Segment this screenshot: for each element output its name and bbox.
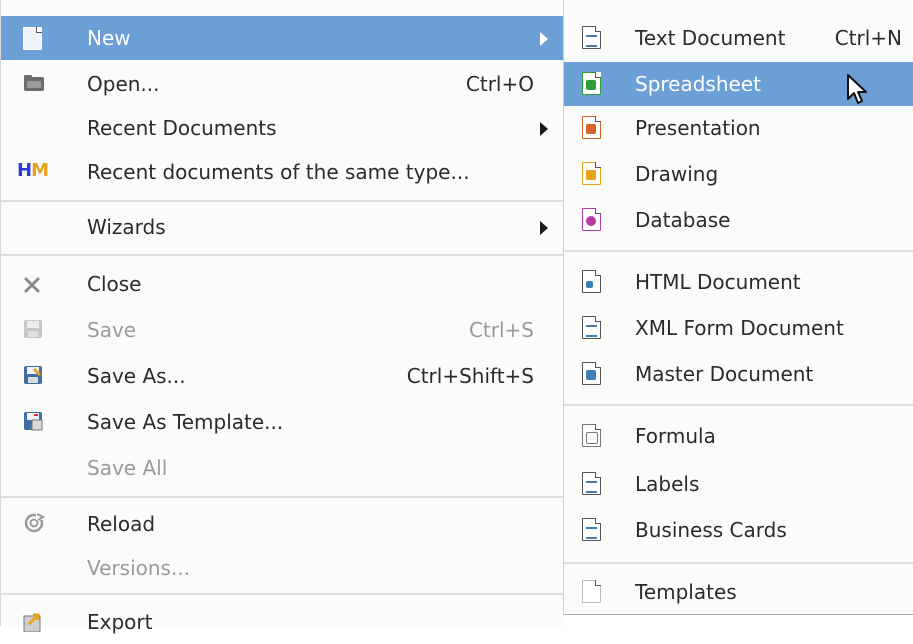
master-document-icon — [582, 362, 602, 385]
menu-item-save-as-template[interactable]: Save As Template... — [1, 400, 564, 444]
menu-item-wizards[interactable]: Wizards — [1, 205, 564, 249]
menu-item-new[interactable]: New — [1, 16, 564, 60]
menu-separator — [564, 404, 913, 406]
submenu-item-text-document[interactable]: Text Document Ctrl+N — [564, 16, 913, 60]
file-menu: New Open... Ctrl+O Recent Documents HM R… — [0, 0, 564, 634]
menu-item-label: Reload — [87, 512, 156, 536]
submenu-item-presentation[interactable]: Presentation — [564, 106, 913, 150]
menu-item-save-as[interactable]: Save As... Ctrl+Shift+S — [1, 354, 564, 398]
submenu-item-label: Formula — [635, 424, 716, 448]
menu-item-versions[interactable]: Versions... — [1, 546, 564, 590]
menu-item-label: Recent Documents — [87, 116, 277, 140]
xml-form-document-icon — [582, 316, 602, 339]
menu-item-label: Wizards — [87, 215, 166, 239]
menu-item-label: Open... — [87, 72, 160, 96]
save-template-icon — [23, 411, 43, 433]
menu-item-recent-documents[interactable]: Recent Documents — [1, 106, 564, 150]
submenu-item-label: Templates — [635, 580, 737, 604]
submenu-item-label: Database — [635, 208, 731, 232]
menu-item-label: Export — [87, 610, 153, 634]
menu-separator — [564, 562, 913, 564]
menu-item-recent-same-type[interactable]: HM Recent documents of the same type... — [1, 150, 564, 194]
submenu-arrow-icon — [540, 122, 548, 136]
submenu-item-label: Business Cards — [635, 518, 787, 542]
shortcut-label: Ctrl+S — [468, 318, 534, 342]
submenu-item-formula[interactable]: Formula — [564, 414, 913, 458]
submenu-item-xml-form-document[interactable]: XML Form Document — [564, 306, 913, 350]
hm-icon: HM — [17, 160, 49, 181]
menu-item-label: Save — [87, 318, 137, 342]
reload-icon — [23, 512, 46, 534]
submenu-item-label: Labels — [635, 472, 700, 496]
menu-item-save[interactable]: Save Ctrl+S — [1, 308, 564, 352]
submenu-item-label: Spreadsheet — [635, 72, 761, 96]
menu-separator — [1, 593, 564, 595]
menu-item-label: Recent documents of the same type... — [87, 160, 470, 184]
submenu-item-label: Presentation — [635, 116, 761, 140]
menu-separator — [1, 200, 564, 202]
text-document-icon — [582, 26, 602, 49]
submenu-arrow-icon — [540, 221, 548, 235]
submenu-item-templates[interactable]: Templates — [564, 570, 913, 614]
formula-icon — [582, 424, 602, 447]
submenu-item-master-document[interactable]: Master Document — [564, 352, 913, 396]
menu-separator — [564, 250, 913, 252]
shortcut-label: Ctrl+Shift+S — [406, 364, 534, 388]
database-icon — [582, 208, 602, 231]
menu-item-reload[interactable]: Reload — [1, 502, 564, 546]
shortcut-label: Ctrl+N — [834, 26, 902, 50]
menu-item-export[interactable]: Export — [1, 600, 564, 644]
save-as-icon — [23, 365, 43, 387]
close-icon — [23, 275, 43, 297]
menu-item-label: New — [87, 26, 131, 50]
mouse-pointer-icon — [847, 74, 867, 104]
submenu-item-html-document[interactable]: HTML Document — [564, 260, 913, 304]
submenu-item-label: HTML Document — [635, 270, 801, 294]
menu-item-label: Save All — [87, 456, 168, 480]
menu-item-label: Versions... — [87, 556, 191, 580]
spreadsheet-icon — [582, 72, 602, 95]
drawing-icon — [582, 162, 602, 185]
save-icon — [23, 319, 43, 341]
business-cards-icon — [582, 518, 602, 541]
submenu-item-label: Master Document — [635, 362, 814, 386]
submenu-item-label: XML Form Document — [635, 316, 844, 340]
submenu-item-drawing[interactable]: Drawing — [564, 152, 913, 196]
menu-separator — [1, 496, 564, 498]
submenu-item-business-cards[interactable]: Business Cards — [564, 508, 913, 552]
menu-separator — [1, 254, 564, 256]
labels-icon — [582, 472, 602, 495]
submenu-item-label: Text Document — [635, 26, 786, 50]
submenu-item-database[interactable]: Database — [564, 198, 913, 242]
new-document-icon — [23, 27, 43, 50]
submenu-item-label: Drawing — [635, 162, 719, 186]
presentation-icon — [582, 116, 602, 139]
menu-item-save-all[interactable]: Save All — [1, 446, 564, 490]
folder-icon — [23, 73, 44, 95]
submenu-item-labels[interactable]: Labels — [564, 462, 913, 506]
export-icon — [23, 612, 43, 634]
submenu-arrow-icon — [540, 32, 548, 46]
shortcut-label: Ctrl+O — [465, 72, 534, 96]
menu-item-label: Save As... — [87, 364, 186, 388]
html-document-icon — [582, 270, 602, 293]
menu-item-open[interactable]: Open... Ctrl+O — [1, 62, 564, 106]
menu-item-label: Save As Template... — [87, 410, 284, 434]
templates-icon — [582, 580, 602, 603]
menu-item-label: Close — [87, 272, 142, 296]
menu-item-close[interactable]: Close — [1, 262, 564, 306]
